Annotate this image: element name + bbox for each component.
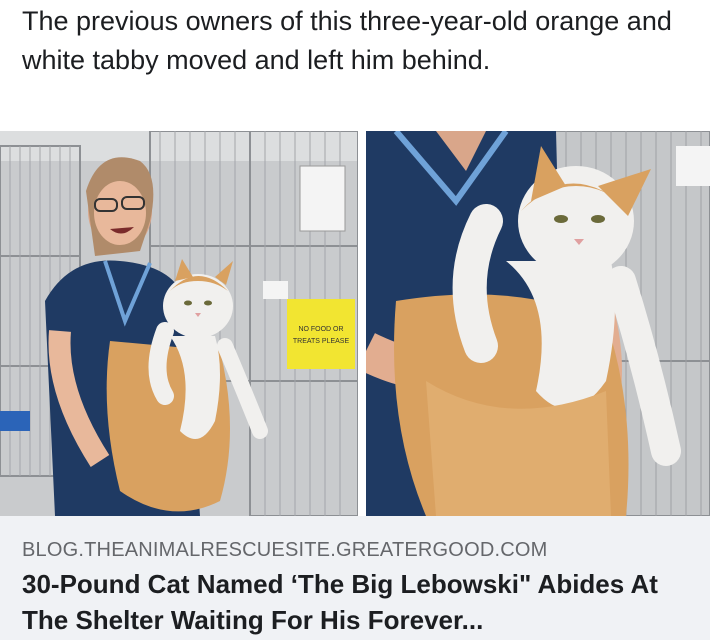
link-preview-card[interactable]: BLOG.THEANIMALRESCUESITE.GREATERGOOD.COM… [0, 516, 710, 640]
photo-left[interactable]: NO FOOD OR TREATS PLEASE [0, 131, 358, 516]
svg-text:TREATS PLEASE: TREATS PLEASE [293, 338, 350, 345]
svg-text:NO FOOD OR: NO FOOD OR [298, 326, 343, 333]
photo-right-image [366, 131, 710, 516]
photo-left-image: NO FOOD OR TREATS PLEASE [0, 131, 358, 516]
photo-right[interactable] [366, 131, 710, 516]
photo-gallery[interactable]: NO FOOD OR TREATS PLEASE [0, 131, 710, 516]
no-food-sign [287, 299, 355, 369]
link-title[interactable]: 30-Pound Cat Named ‘The Big Lebowski" Ab… [22, 566, 702, 638]
link-domain: BLOG.THEANIMALRESCUESITE.GREATERGOOD.COM [22, 539, 548, 561]
post-text: The previous owners of this three-year-o… [22, 6, 672, 75]
